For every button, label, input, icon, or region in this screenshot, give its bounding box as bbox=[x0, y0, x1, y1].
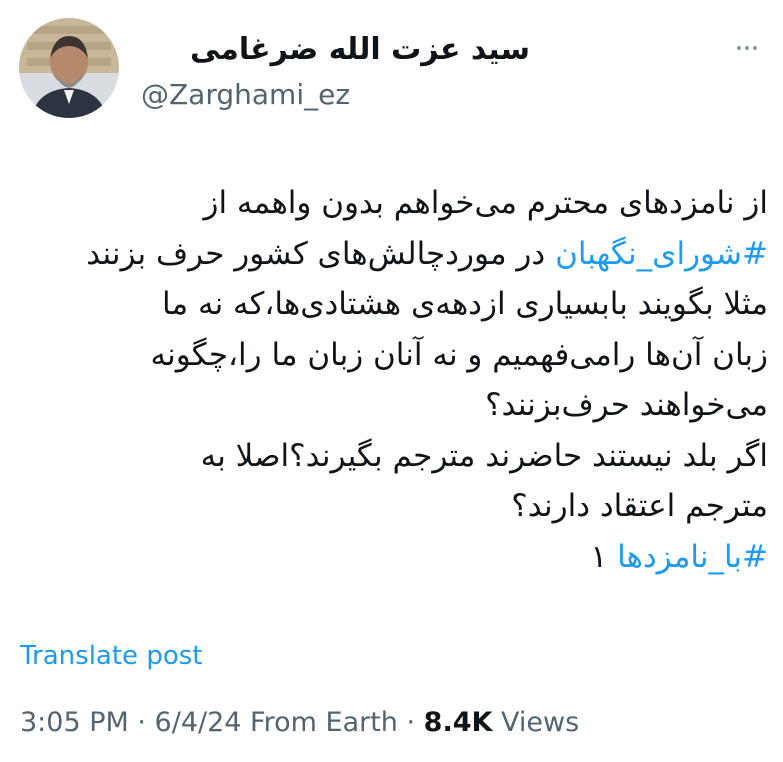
hashtag-link[interactable]: #شورای_نگهبان bbox=[555, 236, 768, 272]
timestamp-date[interactable]: 6/4/24 bbox=[155, 707, 242, 738]
post-location: From Earth bbox=[241, 707, 398, 738]
tweet-text-segment: از نامزدهای محترم می‌خواهم بدون واهمه از bbox=[203, 185, 768, 221]
dot bbox=[745, 46, 749, 50]
dot bbox=[737, 46, 741, 50]
tweet-line: #با_نامزدها ۱ bbox=[16, 532, 768, 583]
tweet-line: اگر بلد نیستند حاضرند مترجم بگیرند؟اصلا … bbox=[16, 431, 768, 482]
avatar-photo-icon bbox=[19, 18, 119, 118]
avatar[interactable] bbox=[19, 18, 119, 118]
hashtag-link[interactable]: #با_نامزدها bbox=[617, 539, 768, 575]
more-options-icon[interactable] bbox=[727, 36, 767, 60]
tweet-text-segment: مثلا بگویند بابسیاری ازدهه‌ی هشتادی‌ها،ک… bbox=[162, 286, 768, 322]
tweet-line: زبان آن‌ها رامی‌فهمیم و نه آنان زبان ما … bbox=[16, 330, 768, 381]
tweet-line: مثلا بگویند بابسیاری ازدهه‌ی هشتادی‌ها،ک… bbox=[16, 279, 768, 330]
tweet-text-segment: زبان آن‌ها رامی‌فهمیم و نه آنان زبان ما … bbox=[150, 336, 768, 373]
tweet-meta: 3:05 PM · 6/4/24 From Earth · 8.4K Views bbox=[20, 706, 579, 740]
meta-separator: · bbox=[128, 707, 155, 738]
tweet-line: می‌خواهند حرف‌بزنند؟ bbox=[16, 380, 768, 431]
meta-separator: · bbox=[397, 707, 424, 738]
tweet-text-segment: مترجم اعتقاد دارند؟ bbox=[511, 488, 768, 524]
views-label: Views bbox=[492, 707, 580, 738]
author-display-name[interactable]: سید عزت الله ضرغامی bbox=[140, 30, 530, 70]
tweet-text-segment: ۱ bbox=[590, 538, 618, 575]
tweet-line: مترجم اعتقاد دارند؟ bbox=[16, 481, 768, 532]
tweet-text-segment: می‌خواهند حرف‌بزنند؟ bbox=[485, 387, 768, 423]
author-handle[interactable]: @Zarghami_ez bbox=[141, 78, 441, 112]
tweet-line: از نامزدهای محترم می‌خواهم بدون واهمه از bbox=[16, 178, 768, 229]
tweet-text-segment: در موردچالش‌های کشور حرف بزنند bbox=[86, 235, 556, 272]
timestamp-time[interactable]: 3:05 PM bbox=[20, 707, 129, 738]
tweet-text-segment: اگر بلد نیستند حاضرند مترجم بگیرند؟اصلا … bbox=[200, 437, 768, 474]
tweet-header: سید عزت الله ضرغامی @Zarghami_ez bbox=[0, 18, 783, 128]
translate-post-link[interactable]: Translate post bbox=[20, 640, 202, 672]
views-count[interactable]: 8.4K bbox=[424, 707, 493, 738]
tweet-line: #شورای_نگهبان در موردچالش‌های کشور حرف ب… bbox=[16, 229, 768, 280]
dot bbox=[753, 46, 757, 50]
tweet-text: از نامزدهای محترم می‌خواهم بدون واهمه از… bbox=[16, 178, 768, 582]
